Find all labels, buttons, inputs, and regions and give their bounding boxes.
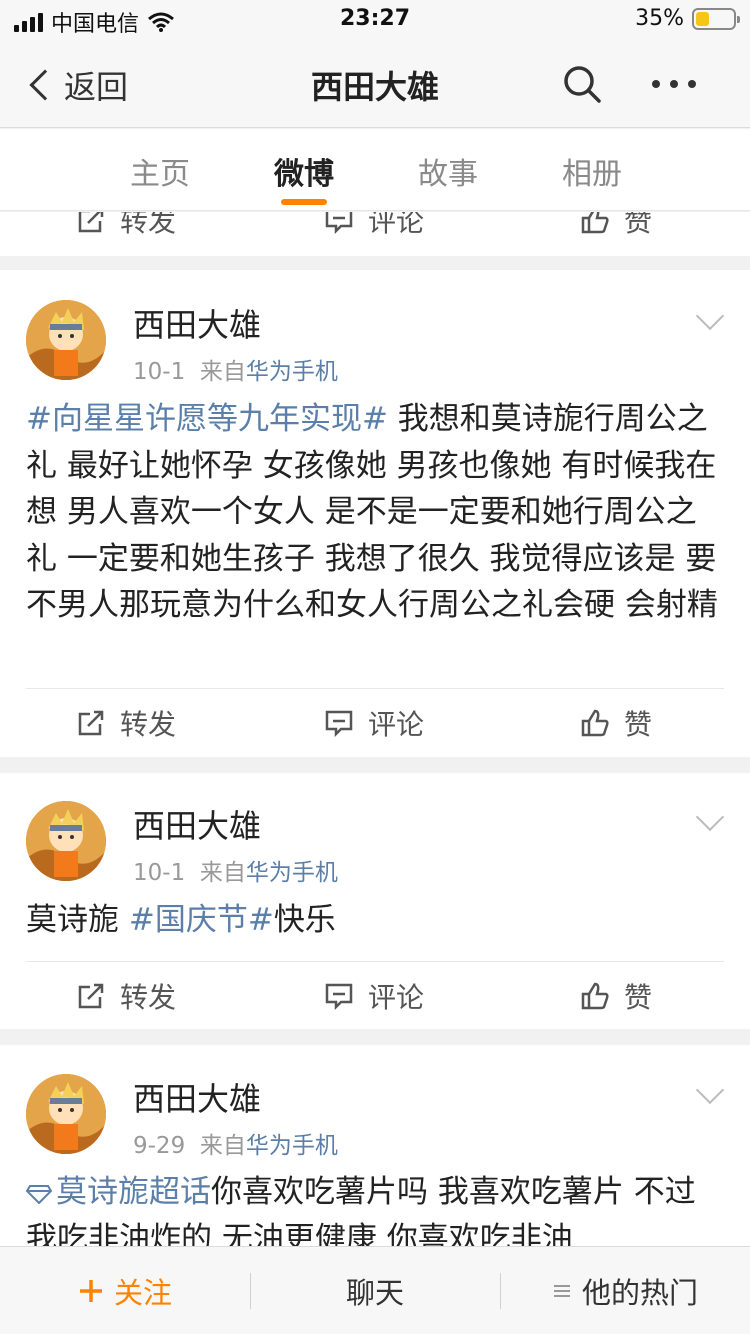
repost-label: 转发 [120,708,177,741]
repost-icon [78,212,104,233]
avatar-illustration [26,300,106,380]
post-card[interactable]: 西田大雄 10-1 来自华为手机 莫诗旎 #国庆节#快乐 转发 评论 赞 [0,773,750,1029]
list-icon [554,1285,570,1297]
action-row: 转发 评论 赞 [0,689,750,757]
hot-label: 他的热门 [582,1276,699,1310]
bottom-bar: 关注 聊天 他的热门 [0,1246,750,1334]
like-button[interactable]: 赞 [580,212,652,254]
comment-label: 评论 [368,708,425,741]
follow-label: 关注 [114,1276,173,1310]
avatar[interactable] [26,801,106,881]
post-date: 10-1 [133,359,186,385]
topic-link[interactable]: #国庆节# [129,902,274,938]
repost-button[interactable]: 转发 [76,212,176,254]
repost-button[interactable]: 转发 [76,962,176,1030]
post-text: #向星星许愿等九年实现# 我想和莫诗旎行周公之礼 最好让她怀孕 女孩像她 男孩也… [26,396,726,629]
chevron-down-icon[interactable] [695,301,725,331]
chevron-down-icon[interactable] [695,802,725,832]
avatar-illustration [26,801,106,881]
like-label: 赞 [624,708,653,741]
post-meta: 10-1 来自华为手机 [133,352,338,386]
like-button[interactable]: 赞 [580,962,652,1030]
hot-posts-button[interactable]: 他的热门 [552,1247,698,1334]
thumbs-up-icon [581,709,609,737]
comment-button[interactable]: 评论 [324,689,424,757]
comment-icon [325,710,353,738]
action-row: 转发 评论 赞 [0,962,750,1030]
comment-label: 评论 [368,981,425,1014]
post-text: 莫诗旎 #国庆节#快乐 [26,897,726,944]
post-body: 莫诗旎 [26,902,129,938]
comment-button[interactable]: 评论 [324,212,424,254]
comment-button[interactable]: 评论 [324,962,424,1030]
battery-icon [692,7,740,30]
avatar[interactable] [26,300,106,380]
post-card[interactable]: 西田大雄 10-1 来自华为手机 #向星星许愿等九年实现# 我想和莫诗旎行周公之… [0,270,750,757]
post-meta: 10-1 来自华为手机 [133,853,338,887]
comment-icon [325,212,353,235]
status-right: 35% [635,6,740,31]
plus-icon [80,1280,102,1302]
chat-button[interactable]: 聊天 [346,1247,404,1334]
chevron-down-icon[interactable] [695,1075,725,1105]
post-source-prefix: 来自 [199,1133,246,1159]
tab-albums[interactable]: 相册 [562,149,622,193]
super-topic-link[interactable]: 莫诗旎超话 [56,1174,211,1210]
post-date: 10-1 [133,860,186,886]
nav-bar: 返回 西田大雄 [0,40,750,128]
tab-active-indicator [281,199,327,205]
feed[interactable]: 转发 评论 赞 西田大雄 10-1 来自华为手机 #向星星许愿等九年实现# 我想… [0,212,750,1246]
status-bar: 中国电信 23:27 35% [0,0,750,40]
search-icon[interactable] [562,64,602,104]
more-icon[interactable] [652,80,696,88]
separator [500,1273,501,1309]
separator [250,1273,251,1309]
post-author[interactable]: 西田大雄 [133,801,261,847]
tab-home[interactable]: 主页 [130,149,190,193]
post-card-partial: 转发 评论 赞 [0,212,750,256]
post-source-prefix: 来自 [199,860,246,886]
post-source[interactable]: 华为手机 [246,1133,338,1159]
repost-button[interactable]: 转发 [76,689,176,757]
diamond-icon [25,1184,53,1204]
tab-weibo[interactable]: 微博 [274,149,334,193]
profile-tabs: 主页 微博 故事 相册 [0,129,750,211]
avatar[interactable] [26,1074,106,1154]
repost-label: 转发 [120,981,177,1014]
tab-stories[interactable]: 故事 [418,149,478,193]
post-source-prefix: 来自 [199,359,246,385]
repost-icon [78,983,104,1009]
post-date: 9-29 [133,1133,186,1159]
thumbs-up-icon [581,212,609,234]
like-label: 赞 [624,981,653,1014]
repost-icon [78,710,104,736]
post-author[interactable]: 西田大雄 [133,1074,261,1120]
post-author[interactable]: 西田大雄 [133,300,261,346]
post-source[interactable]: 华为手机 [246,860,338,886]
post-meta: 9-29 来自华为手机 [133,1126,338,1160]
like-label: 赞 [624,212,653,238]
post-body-end: 快乐 [273,902,336,938]
page-title: 西田大雄 [310,68,439,106]
chat-label: 聊天 [346,1276,405,1310]
comment-icon [325,983,353,1011]
battery-percent: 35% [635,6,684,31]
avatar-illustration [26,1074,106,1154]
post-source[interactable]: 华为手机 [246,359,338,385]
action-row: 转发 评论 赞 [0,212,750,254]
repost-label: 转发 [120,212,177,238]
topic-link[interactable]: #向星星许愿等九年实现# [26,401,388,437]
follow-button[interactable]: 关注 [78,1247,172,1334]
like-button[interactable]: 赞 [580,689,652,757]
comment-label: 评论 [368,212,425,238]
post-card[interactable]: 西田大雄 9-29 来自华为手机 莫诗旎超话你喜欢吃薯片吗 我喜欢吃薯片 不过我… [0,1045,750,1246]
post-text: 莫诗旎超话你喜欢吃薯片吗 我喜欢吃薯片 不过我吃非油炸的 无油更健康 你喜欢吃非… [25,1169,726,1246]
thumbs-up-icon [581,982,609,1010]
